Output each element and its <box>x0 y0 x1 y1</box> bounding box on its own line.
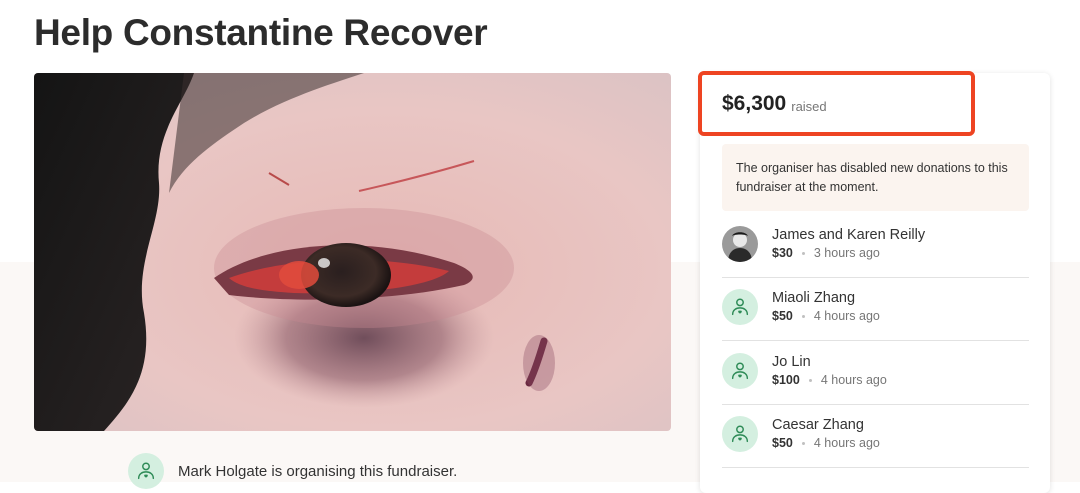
donor-name: Jo Lin <box>772 354 811 370</box>
donor-name: Caesar Zhang <box>772 417 864 433</box>
donation-amount: $100 <box>772 373 800 387</box>
page-title: Help Constantine Recover <box>34 12 488 53</box>
donation-meta: $100 4 hours ago <box>772 373 887 387</box>
donation-time: 4 hours ago <box>813 436 880 450</box>
donation-amount: $50 <box>772 436 793 450</box>
separator-dot <box>808 378 812 382</box>
separator-dot <box>801 314 805 318</box>
raised-amount: $6,300 <box>722 91 787 115</box>
donor-name: James and Karen Reilly <box>772 227 926 243</box>
donor-avatar <box>722 352 758 389</box>
donor-avatar <box>722 415 758 452</box>
organiser-text: Mark Holgate is organising this fundrais… <box>178 462 458 480</box>
organiser-row: Mark Holgate is organising this fundrais… <box>128 453 458 489</box>
donation-time: 3 hours ago <box>813 246 880 260</box>
raised-summary: $6,300 raised <box>698 71 975 136</box>
donation-time: 4 hours ago <box>813 309 880 323</box>
donation-item: Miaoli Zhang $50 4 hours ago <box>722 275 1029 338</box>
separator-dot <box>801 441 805 445</box>
donations-disabled-notice: The organiser has disabled new donations… <box>722 144 1029 211</box>
donation-item: Caesar Zhang $50 4 hours ago <box>722 402 1029 465</box>
divider <box>722 467 1029 468</box>
donor-avatar-photo <box>722 225 758 262</box>
fundraiser-hero-image <box>34 73 671 431</box>
donation-item: James and Karen Reilly $30 3 hours ago <box>722 212 1029 275</box>
organiser-avatar <box>128 453 164 489</box>
raised-label: raised <box>791 99 827 114</box>
donation-time: 4 hours ago <box>820 373 887 387</box>
donor-name: Miaoli Zhang <box>772 290 856 306</box>
heart-hand-icon <box>731 297 749 315</box>
heart-hand-icon <box>731 361 749 379</box>
donation-amount: $30 <box>772 246 793 260</box>
donation-meta: $30 3 hours ago <box>772 246 925 260</box>
donation-meta: $50 4 hours ago <box>772 436 880 450</box>
separator-dot <box>801 251 805 255</box>
donation-meta: $50 4 hours ago <box>772 309 880 323</box>
donation-amount: $50 <box>772 309 793 323</box>
heart-hand-icon <box>731 424 749 442</box>
notice-text: The organiser has disabled new donations… <box>736 161 1008 194</box>
donor-avatar <box>722 288 758 325</box>
donation-item: Jo Lin $100 4 hours ago <box>722 339 1029 402</box>
heart-hand-icon <box>137 462 155 480</box>
